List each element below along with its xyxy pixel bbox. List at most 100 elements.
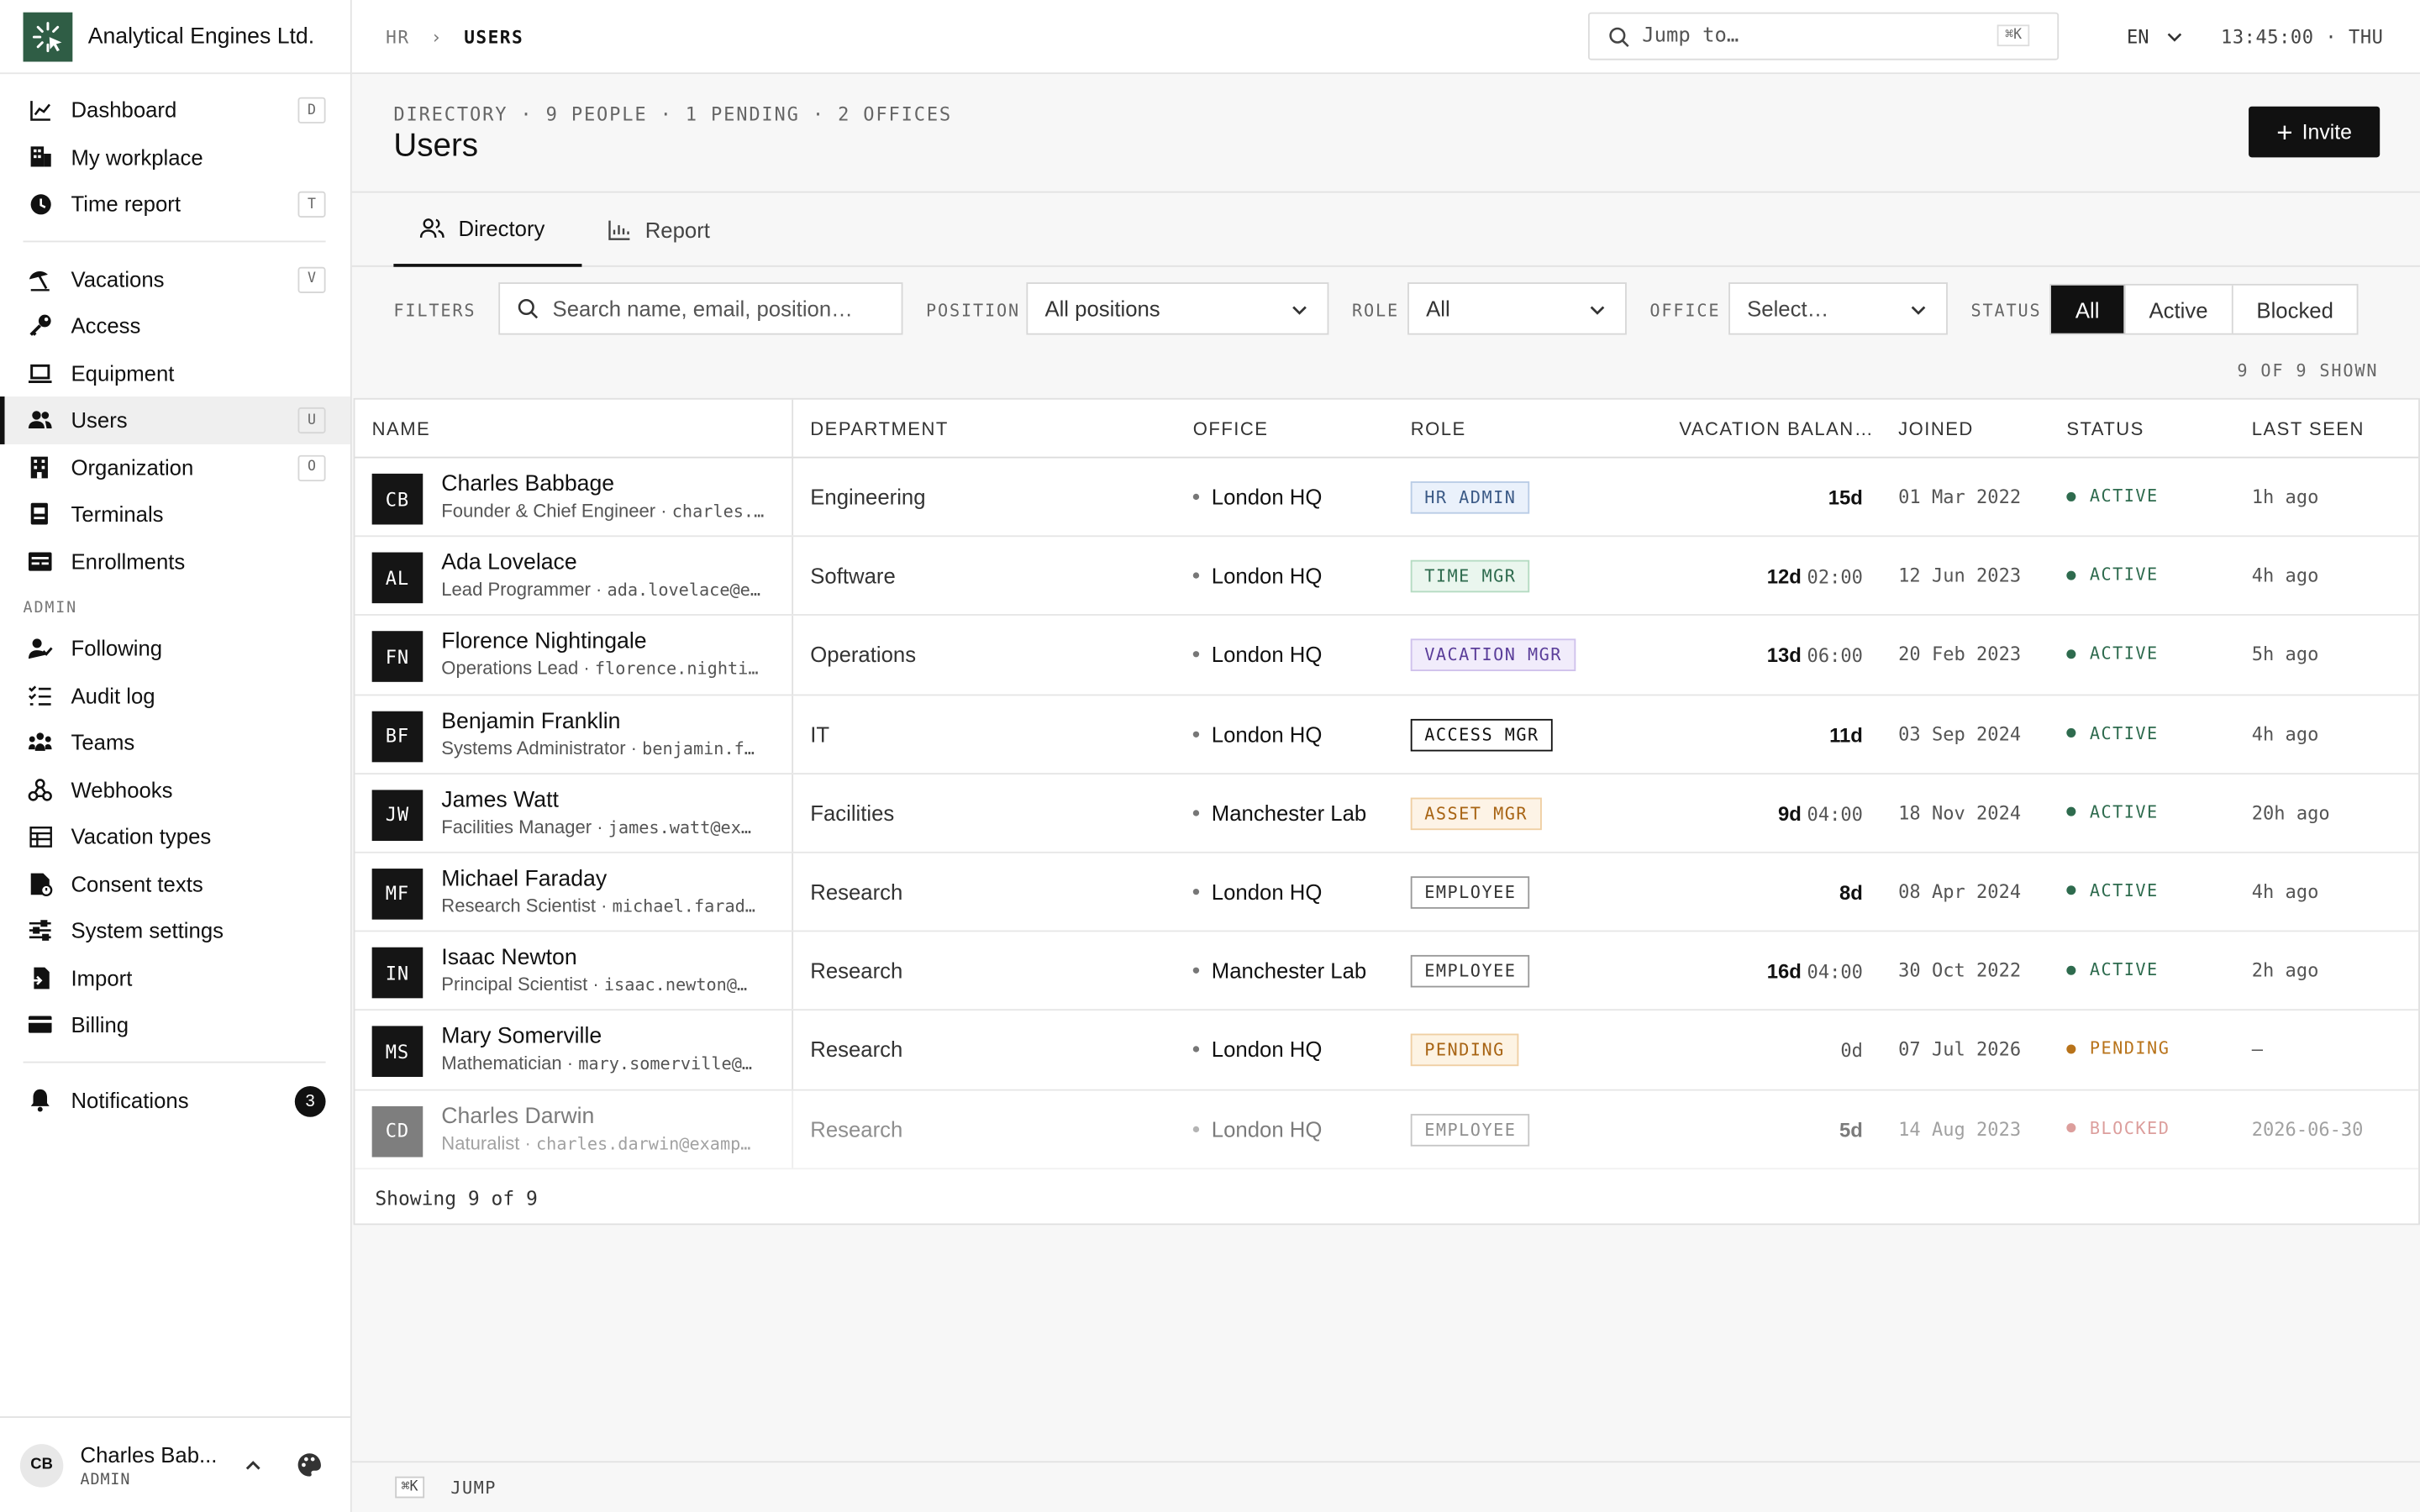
jump-search-input[interactable]: Jump to… ⌘K <box>1587 12 2060 60</box>
app-root: Analytical Engines Ltd. Dashboard D My w… <box>0 0 2420 1512</box>
status-filter-blocked[interactable]: Blocked <box>2233 286 2357 333</box>
terminal-icon <box>28 501 52 526</box>
sidebar-item-equipment[interactable]: Equipment <box>0 349 350 396</box>
position-select[interactable]: All positions <box>1026 282 1329 335</box>
file-import-icon <box>28 965 52 990</box>
vacation-days: 0d <box>1840 1040 1863 1063</box>
status-filter-active[interactable]: Active <box>2125 285 2233 333</box>
current-user[interactable]: CB Charles Bab... ADMIN <box>0 1416 350 1512</box>
header-cell-department[interactable]: DEPARTMENT <box>810 418 948 440</box>
header-cell-joined[interactable]: JOINED <box>1898 418 1974 440</box>
user-name[interactable]: Michael Faraday <box>441 867 607 891</box>
table-row[interactable]: AL Ada Lovelace Lead Programmer · ada.love… <box>355 537 2419 617</box>
header-cell-status[interactable]: STATUS <box>2066 418 2144 440</box>
sidebar-item-notifications[interactable]: Notifications 3 <box>0 1076 350 1123</box>
invite-button[interactable]: + Invite <box>2249 106 2381 158</box>
user-name[interactable]: Isaac Newton <box>441 946 576 970</box>
status-label: STATUS <box>1970 301 2042 322</box>
user-email: ada.lovelace@e… <box>607 580 761 601</box>
tab-label: Report <box>644 217 710 243</box>
user-name[interactable]: James Watt <box>441 788 559 812</box>
chart-line-icon <box>28 97 52 122</box>
breadcrumb-parent[interactable]: HR <box>386 26 409 48</box>
sidebar-item-label: Webhooks <box>71 777 173 802</box>
header-cell-office[interactable]: OFFICE <box>1193 418 1269 440</box>
user-name[interactable]: Charles Darwin <box>441 1104 594 1128</box>
invite-label: Invite <box>2302 120 2352 144</box>
sidebar-item-vacations[interactable]: Vacations V <box>0 255 350 302</box>
sidebar-item-terminals[interactable]: Terminals <box>0 491 350 538</box>
search-icon <box>517 297 539 319</box>
header-cell-name[interactable]: NAME <box>355 399 794 459</box>
sidebar-item-billing[interactable]: Billing <box>0 1001 350 1048</box>
sidebar-item-time-report[interactable]: Time report T <box>0 181 350 228</box>
table-row[interactable]: CD Charles Darwin Naturalist · charles.dar… <box>355 1089 2419 1169</box>
sidebar-item-system-settings[interactable]: System settings <box>0 907 350 954</box>
sidebar-item-import[interactable]: Import <box>0 954 350 1001</box>
table-row[interactable]: IN Isaac Newton Principal Scientist · isaa… <box>355 932 2419 1011</box>
palette-icon[interactable] <box>297 1452 323 1485</box>
user-position: Naturalist · <box>441 1131 531 1153</box>
sidebar-item-vacation-types[interactable]: Vacation types <box>0 813 350 860</box>
table-row[interactable]: JW James Watt Facilities Manager · james.w… <box>355 774 2419 853</box>
last-seen-cell: 5h ago <box>2251 643 2319 666</box>
laptop-icon <box>28 360 52 385</box>
sidebar-item-webhooks[interactable]: Webhooks <box>0 766 350 813</box>
sidebar-item-following[interactable]: Following <box>0 625 350 672</box>
status-badge: ACTIVE <box>2066 565 2158 585</box>
table-row[interactable]: MS Mary Somerville Mathematician · mary.so… <box>355 1011 2419 1090</box>
table-row[interactable]: MF Michael Faraday Research Scientist · mi… <box>355 853 2419 932</box>
status-filter-all[interactable]: All <box>2050 285 2126 333</box>
office-select[interactable]: Select… <box>1728 282 1948 335</box>
sidebar-item-users[interactable]: Users U <box>0 396 350 444</box>
language-select[interactable]: EN <box>2127 26 2182 48</box>
vacation-days: 11d <box>1829 722 1863 747</box>
sidebar-item-my-workplace[interactable]: My workplace <box>0 134 350 181</box>
user-name[interactable]: Ada Lovelace <box>441 551 576 575</box>
sidebar-item-consent-texts[interactable]: Consent texts <box>0 860 350 907</box>
brand-logo-icon <box>23 11 73 61</box>
joined-cell: 18 Nov 2024 <box>1898 801 2022 824</box>
user-email: charles.… <box>671 501 765 522</box>
header-cell-last-seen[interactable]: LAST SEEN <box>2252 418 2365 440</box>
sidebar-item-dashboard[interactable]: Dashboard D <box>0 87 350 134</box>
user-name[interactable]: Mary Somerville <box>441 1025 602 1049</box>
department-cell: Research <box>810 1116 903 1142</box>
role-select[interactable]: All <box>1407 282 1627 335</box>
user-name[interactable]: Charles Babbage <box>441 472 614 496</box>
sidebar-item-enrollments[interactable]: Enrollments <box>0 538 350 585</box>
sidebar-item-organization[interactable]: Organization O <box>0 444 350 491</box>
header-cell-vacation-balance[interactable]: VACATION BALAN… <box>1679 418 1874 440</box>
role-badge: VACATION MGR <box>1410 639 1576 672</box>
tab-directory[interactable]: Directory <box>393 193 582 267</box>
list-check-icon <box>28 683 52 707</box>
brand[interactable]: Analytical Engines Ltd. <box>0 0 350 75</box>
user-position-email: Facilities Manager · james.watt@ex… <box>441 816 773 837</box>
table-row[interactable]: CB Charles Babbage Founder & Chief Enginee… <box>355 458 2419 538</box>
table-row[interactable]: FN Florence Nightingale Operations Lead · … <box>355 616 2419 696</box>
joined-cell: 07 Jul 2026 <box>1898 1038 2022 1061</box>
user-position-email: Mathematician · mary.somerville@… <box>441 1053 773 1074</box>
user-name[interactable]: Florence Nightingale <box>441 630 646 654</box>
status-badge: ACTIVE <box>2066 960 2158 980</box>
avatar: BF <box>371 710 424 762</box>
tab-report[interactable]: Report <box>608 193 710 267</box>
status-badge: PENDING <box>2066 1039 2170 1059</box>
joined-cell: 12 Jun 2023 <box>1898 564 2022 587</box>
sidebar-item-access[interactable]: Access <box>0 302 350 349</box>
sidebar-item-audit-log[interactable]: Audit log <box>0 672 350 719</box>
header-cell-role[interactable]: ROLE <box>1411 418 1466 440</box>
shortcut-key: ⌘K <box>395 1476 424 1499</box>
sidebar-item-label: Teams <box>71 730 135 755</box>
user-position-email: Lead Programmer · ada.lovelace@e… <box>441 579 773 601</box>
status-badge: ACTIVE <box>2066 486 2158 507</box>
chevron-up-icon[interactable] <box>244 1455 262 1483</box>
status-badge: ACTIVE <box>2066 802 2158 822</box>
jump-hint[interactable]: JUMP <box>450 1478 497 1499</box>
search-input[interactable]: Search name, email, position… <box>498 282 903 335</box>
table-row[interactable]: BF Benjamin Franklin Systems Administrator… <box>355 695 2419 774</box>
vacation-days: 8d <box>1839 880 1863 905</box>
user-name[interactable]: Benjamin Franklin <box>441 709 620 733</box>
avatar: CB <box>19 1443 64 1487</box>
sidebar-item-teams[interactable]: Teams <box>0 719 350 766</box>
